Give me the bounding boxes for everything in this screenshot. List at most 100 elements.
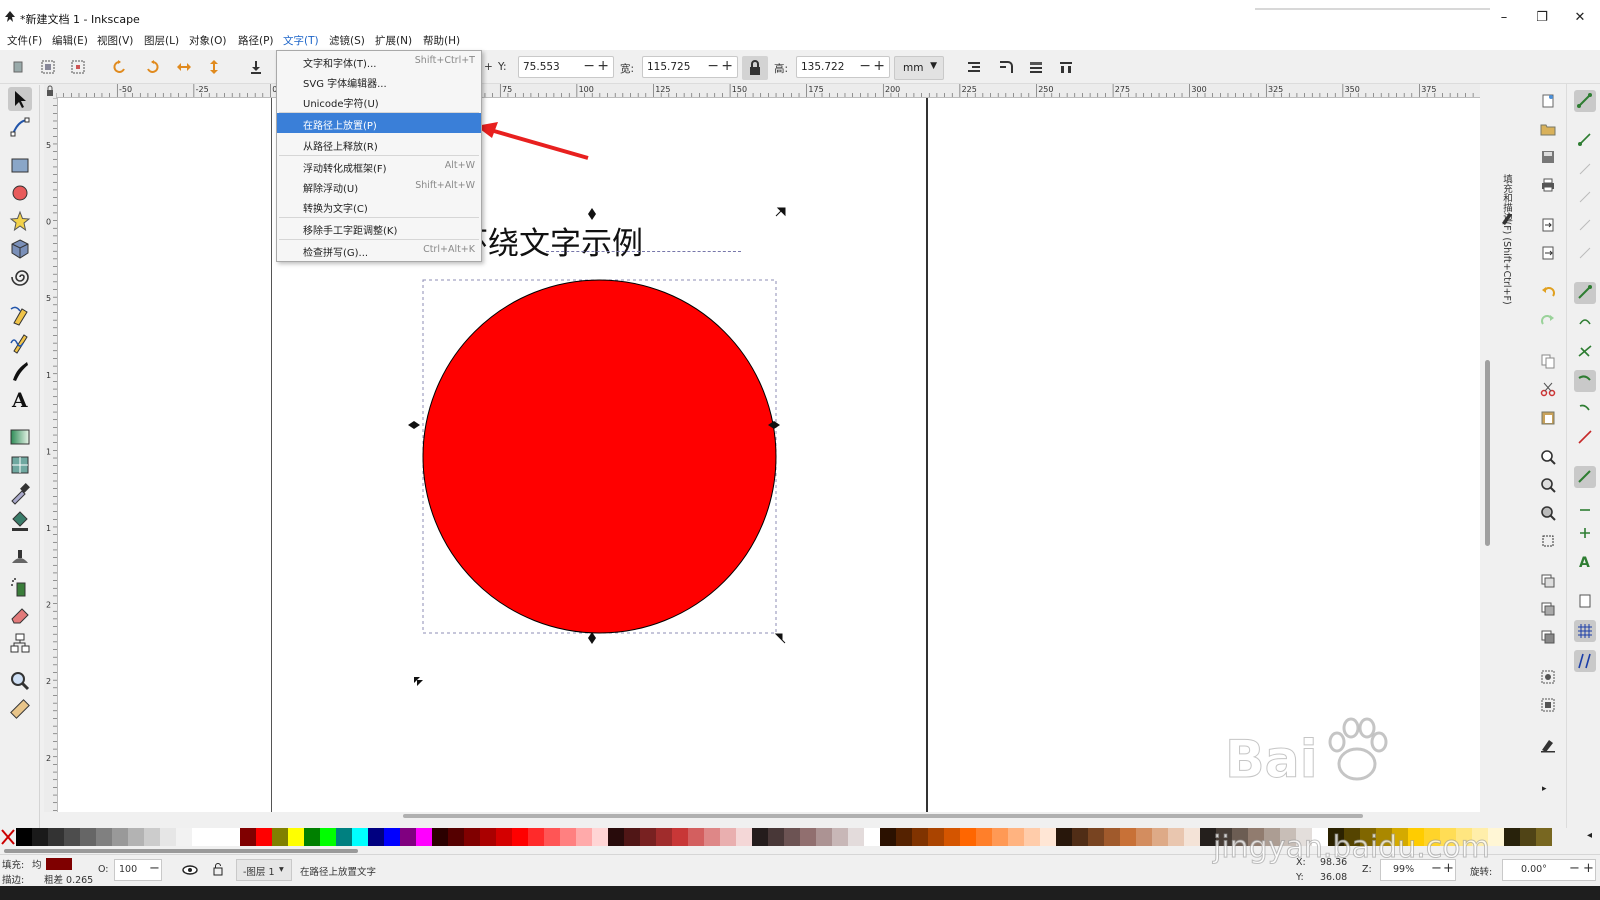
menu-item-put-on-path[interactable]: 在路径上放置(P)	[277, 113, 481, 133]
color-swatch[interactable]	[288, 828, 304, 846]
palette-scroll-thumb[interactable]	[4, 849, 358, 853]
color-swatch[interactable]	[96, 828, 112, 846]
measure-tool[interactable]	[8, 697, 32, 721]
text-tool[interactable]: A	[8, 387, 32, 412]
close-button[interactable]: ✕	[1570, 8, 1590, 28]
snap-nodes-icon[interactable]	[1574, 282, 1596, 304]
select-all-icon[interactable]	[10, 59, 26, 75]
horizontal-scroll-thumb[interactable]	[403, 814, 1363, 818]
color-swatch[interactable]	[864, 828, 880, 846]
node-tool[interactable]	[8, 115, 32, 139]
color-swatch[interactable]	[848, 828, 864, 846]
zoom-value[interactable]: 99%	[1393, 864, 1414, 875]
color-swatch[interactable]	[688, 828, 704, 846]
fill-indicator[interactable]	[46, 858, 72, 870]
width-decrement[interactable]: −	[707, 58, 719, 74]
color-swatch[interactable]	[1168, 828, 1184, 846]
paste-icon[interactable]	[1539, 408, 1557, 426]
menu-item-svg-font-editor[interactable]: SVG 字体编辑器...	[277, 71, 481, 91]
vertical-ruler[interactable]: 5051112223	[44, 98, 58, 812]
eye-visibility-icon[interactable]	[182, 863, 198, 877]
menu-text[interactable]: 文字(T)	[280, 33, 322, 52]
menu-item-convert-to-text[interactable]: 转换为文字(C)	[277, 196, 481, 216]
color-swatch[interactable]	[544, 828, 560, 846]
color-swatch[interactable]	[832, 828, 848, 846]
copy-icon[interactable]	[1539, 352, 1557, 370]
y-value[interactable]: 75.553	[523, 61, 560, 73]
width-spinbox[interactable]: 115.725 − +	[642, 56, 738, 78]
handle-top-right[interactable]	[775, 207, 786, 217]
color-swatch[interactable]	[1184, 828, 1200, 846]
color-swatch[interactable]	[416, 828, 432, 846]
color-swatch[interactable]	[896, 828, 912, 846]
color-swatch[interactable]	[240, 828, 256, 846]
opacity-value[interactable]: 100	[119, 864, 137, 875]
menu-object[interactable]: 对象(O)	[189, 33, 226, 48]
snap-object-midpoints-icon[interactable]	[1576, 496, 1594, 514]
color-swatch[interactable]	[992, 828, 1008, 846]
snap-bbox-center-icon[interactable]	[1576, 244, 1594, 262]
layer-select[interactable]: -图层 1 ▾	[236, 859, 292, 881]
menu-path[interactable]: 路径(P)	[238, 33, 274, 48]
menu-file[interactable]: 文件(F)	[7, 33, 42, 48]
snap-others-icon[interactable]	[1574, 466, 1596, 488]
flip-horizontal-icon[interactable]	[176, 59, 192, 75]
new-document-icon[interactable]	[1539, 92, 1557, 110]
color-swatch[interactable]	[608, 828, 624, 846]
fill-stroke-dock-tab[interactable]: 填充和描边(F) (Shift+Ctrl+F)	[1496, 84, 1518, 830]
color-swatch[interactable]	[400, 828, 416, 846]
color-swatch[interactable]	[800, 828, 816, 846]
zoom-page-icon[interactable]	[1539, 504, 1557, 522]
color-swatch[interactable]	[672, 828, 688, 846]
color-swatch[interactable]	[144, 828, 160, 846]
color-swatch[interactable]	[48, 828, 64, 846]
rotate-spinbox[interactable]: 0.00° − +	[1502, 859, 1596, 881]
color-swatch[interactable]	[1520, 828, 1536, 846]
handle-bottom-left[interactable]	[414, 677, 423, 686]
rotate-ccw-icon[interactable]	[112, 59, 128, 75]
color-swatch[interactable]	[64, 828, 80, 846]
clone-icon[interactable]	[1539, 600, 1557, 618]
lower-to-bottom-icon[interactable]	[248, 59, 264, 75]
color-swatch[interactable]	[624, 828, 640, 846]
color-swatch[interactable]	[320, 828, 336, 846]
snap-cusp-nodes-icon[interactable]	[1574, 370, 1596, 392]
color-swatch[interactable]	[784, 828, 800, 846]
color-swatch[interactable]	[704, 828, 720, 846]
color-swatch[interactable]	[768, 828, 784, 846]
snap-line-midpoints-icon[interactable]	[1576, 428, 1594, 446]
scale-corners-icon[interactable]	[998, 59, 1014, 75]
ungroup-icon[interactable]	[1539, 696, 1557, 714]
stroke-width[interactable]: 粗差 0.265	[44, 872, 93, 886]
dropper-tool[interactable]	[8, 481, 32, 505]
color-swatch[interactable]	[160, 828, 176, 846]
deselect-icon[interactable]	[70, 59, 86, 75]
color-swatch[interactable]	[1056, 828, 1072, 846]
canvas-horizontal-scrollbar[interactable]	[58, 812, 1480, 820]
horizontal-ruler[interactable]: -50-250255075100125150175200225250275300…	[56, 84, 1480, 98]
star-tool[interactable]	[8, 209, 32, 233]
color-swatch[interactable]	[176, 828, 192, 846]
tweak-tool[interactable]	[8, 547, 32, 571]
snap-intersections-icon[interactable]	[1576, 342, 1594, 360]
y-decrement[interactable]: −	[583, 58, 595, 74]
open-folder-icon[interactable]	[1539, 120, 1557, 138]
color-swatch[interactable]	[880, 828, 896, 846]
maximize-button[interactable]: ❐	[1532, 8, 1552, 28]
red-circle[interactable]	[422, 279, 777, 634]
color-swatch[interactable]	[912, 828, 928, 846]
opacity-decrement[interactable]: −	[149, 861, 160, 876]
height-decrement[interactable]: −	[859, 58, 871, 74]
snap-bbox-corner-icon[interactable]	[1576, 188, 1594, 206]
import-icon[interactable]	[1539, 216, 1557, 234]
calligraphy-tool[interactable]	[8, 359, 32, 383]
color-swatch[interactable]	[368, 828, 384, 846]
color-swatch[interactable]	[640, 828, 656, 846]
snap-guide-icon[interactable]	[1574, 650, 1596, 672]
color-swatch[interactable]	[384, 828, 400, 846]
mesh-tool[interactable]	[8, 453, 32, 477]
menu-help[interactable]: 帮助(H)	[423, 33, 460, 48]
color-swatch[interactable]	[1504, 828, 1520, 846]
width-increment[interactable]: +	[721, 58, 733, 74]
cut-icon[interactable]	[1539, 380, 1557, 398]
